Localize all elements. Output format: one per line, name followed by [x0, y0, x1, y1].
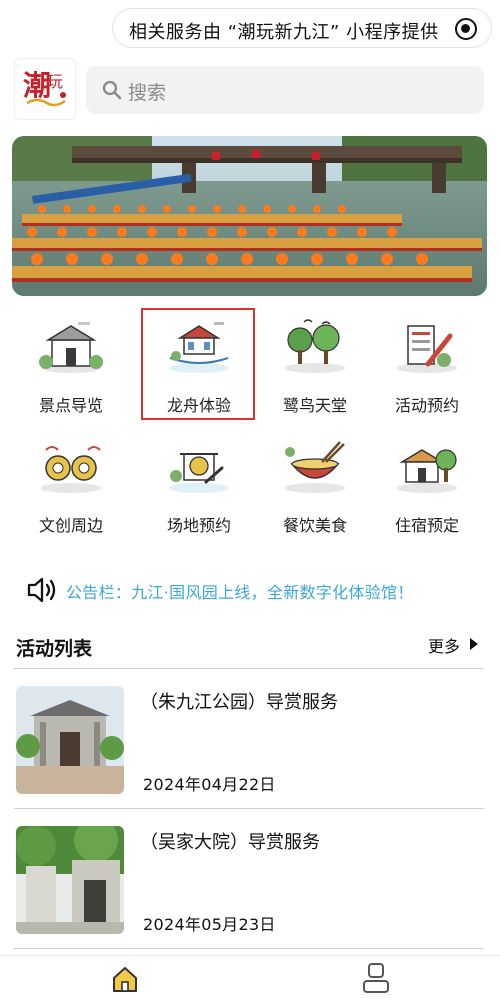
chaowan-logo-icon: 潮 玩: [14, 58, 76, 120]
grid-label: 餐饮美食: [282, 516, 347, 535]
banner-image[interactable]: [12, 136, 487, 296]
venue-booking-icon: [169, 453, 229, 493]
grid-item-egret[interactable]: 鹭鸟天堂: [258, 310, 372, 420]
mini-program-provider-bar: 相关服务由 “潮玩新九江” 小程序提供: [112, 8, 492, 48]
grid-item-activity[interactable]: 活动预约: [370, 310, 484, 420]
speaker-icon: [27, 577, 56, 603]
svg-text:玩: 玩: [47, 72, 63, 91]
divider: [14, 668, 484, 669]
home-icon[interactable]: [110, 964, 140, 994]
search-bar[interactable]: 搜索: [86, 66, 484, 114]
scenic-spot-icon: [39, 322, 103, 373]
target-icon[interactable]: [455, 18, 477, 40]
grid-item-cultural[interactable]: 文创周边: [14, 430, 128, 540]
grid-label: 文创周边: [38, 516, 103, 535]
activity-name: （朱九江公园）导赏服务: [140, 692, 338, 713]
notice-text: 公告栏：九江·国风园上线，全新数字化体验馆！: [66, 583, 414, 602]
activity-thumbnail: [16, 826, 124, 934]
activity-booking-icon: [397, 325, 457, 373]
grid-item-food[interactable]: 餐饮美食: [258, 430, 372, 540]
list-item[interactable]: （吴家大院）导赏服务 2024年05月23日: [0, 826, 500, 950]
activity-thumbnail: [16, 686, 124, 794]
grid-label: 活动预约: [394, 396, 459, 415]
activity-date: 2024年04月22日: [143, 775, 276, 794]
search-icon: [102, 80, 122, 100]
grid-label: 场地预约: [166, 516, 231, 535]
user-icon[interactable]: [361, 962, 391, 994]
egret-paradise-icon: [285, 319, 345, 373]
search-placeholder: 搜索: [128, 82, 167, 104]
activity-list-title: 活动列表: [16, 638, 93, 660]
divider: [14, 808, 484, 809]
chevron-right-icon[interactable]: [470, 638, 478, 650]
grid-label: 住宿预定: [394, 516, 459, 535]
grid-item-lodging[interactable]: 住宿预定: [370, 430, 484, 540]
cultural-product-icon: [41, 446, 101, 493]
activity-date: 2024年05月23日: [143, 915, 276, 934]
bottom-tab-bar: [0, 955, 500, 999]
dragon-boat-photo: [12, 136, 487, 296]
activity-name: （吴家大院）导赏服务: [140, 832, 320, 853]
selected-highlight: [141, 308, 255, 420]
food-bowl-icon: [285, 441, 345, 493]
lodging-icon: [397, 449, 457, 493]
grid-item-venue[interactable]: 场地预约: [142, 430, 256, 540]
more-link[interactable]: 更多: [428, 633, 460, 657]
grid-item-scenic[interactable]: 景点导览: [14, 310, 128, 420]
divider: [14, 948, 484, 949]
provider-text: 相关服务由 “潮玩新九江” 小程序提供: [129, 22, 439, 43]
grid-label: 鹭鸟天堂: [282, 396, 347, 415]
list-item[interactable]: （朱九江公园）导赏服务 2024年04月22日: [0, 686, 500, 810]
grid-label: 景点导览: [38, 396, 103, 415]
